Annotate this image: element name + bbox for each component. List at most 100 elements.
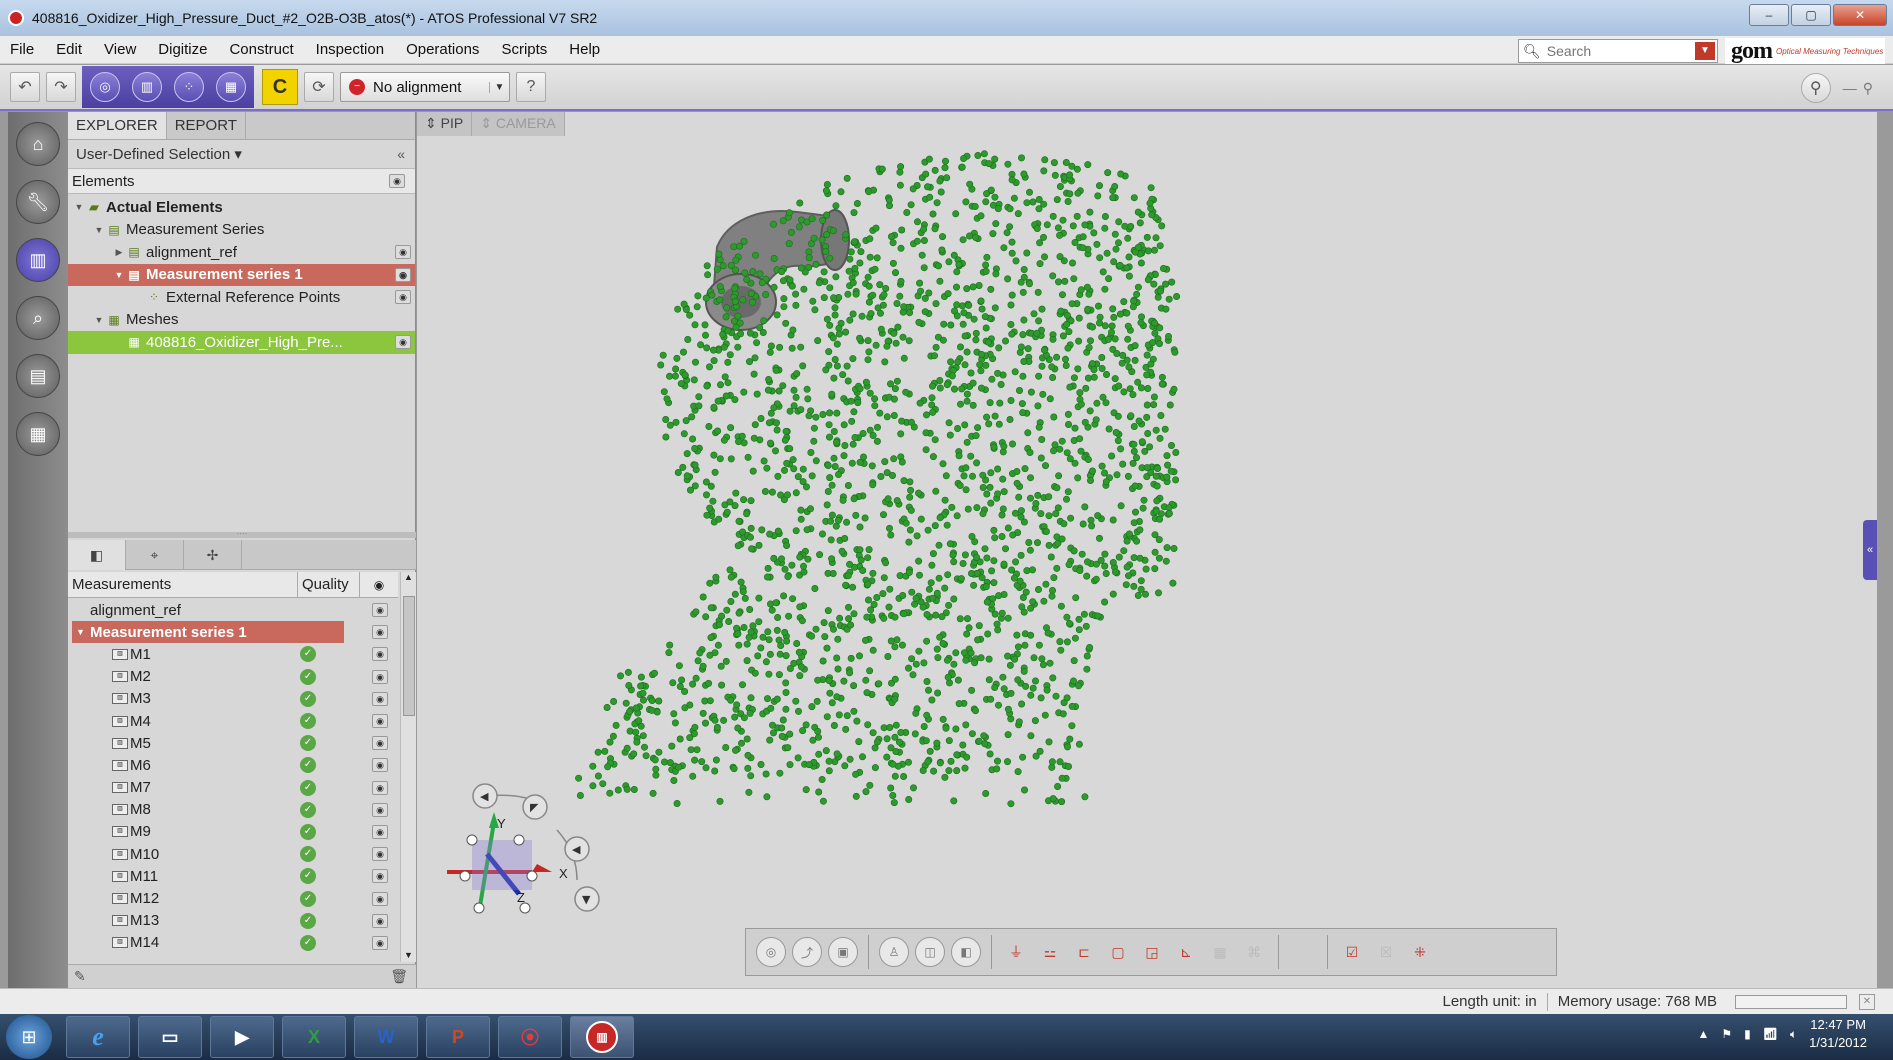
measurements-column[interactable]: Measurements (68, 572, 298, 597)
trash-icon[interactable]: 🗑︎ (390, 968, 408, 985)
select-icon[interactable]: ⤴ (792, 937, 822, 967)
measurement-row[interactable]: ▥ M1 ✓ ◉ (68, 643, 398, 665)
grid-select-icon[interactable]: ▦ (1206, 938, 1234, 966)
tab-points-icon[interactable]: ✢ (184, 540, 242, 570)
tab-explorer[interactable]: EXPLORER (68, 112, 167, 139)
eye-icon[interactable]: ◉ (395, 267, 411, 282)
cancel-icon[interactable]: ✕ (1859, 993, 1875, 1010)
measurement-row[interactable]: ▥ M4 ✓ ◉ (68, 710, 398, 732)
surface-select-icon[interactable]: ◲ (1138, 938, 1166, 966)
network-icon[interactable]: 📶︎ (1763, 1027, 1778, 1041)
maximize-button[interactable]: ▢ (1791, 4, 1831, 26)
refresh-icon[interactable]: ⟳ (304, 72, 334, 102)
home-icon[interactable]: ⌂ (16, 122, 60, 166)
eye-icon[interactable]: ◉ (372, 603, 388, 618)
internet-explorer-icon[interactable]: e (66, 1016, 130, 1058)
measurement-row[interactable]: ▥ M11 ✓ ◉ (68, 865, 398, 887)
lasso-icon[interactable]: ⊾ (1172, 938, 1200, 966)
measurement-row[interactable]: ▥ M8 ✓ ◉ (68, 799, 398, 821)
check-select-icon[interactable]: ☑ (1338, 938, 1366, 966)
measurement-row[interactable]: ▥ M6 ✓ ◉ (68, 754, 398, 776)
rect-select-icon[interactable]: ▢ (1104, 938, 1132, 966)
minimize-button[interactable]: – (1749, 4, 1789, 26)
alignment-select[interactable]: − No alignment ▼ (340, 72, 510, 102)
menu-file[interactable]: File (10, 41, 34, 58)
search-input[interactable] (1546, 43, 1687, 59)
rotate-up-left-icon[interactable]: ◤ (530, 801, 539, 814)
menu-scripts[interactable]: Scripts (501, 41, 547, 58)
measurement-row[interactable]: ▥ M2 ✓ ◉ (68, 666, 398, 688)
panel-splitter[interactable]: ···· (68, 530, 416, 538)
sensor-icon[interactable]: ◎ (90, 72, 120, 102)
tree-item-external-reference-points[interactable]: ⁘ External Reference Points ◉ (68, 286, 415, 309)
shade-icon[interactable]: ◧ (951, 937, 981, 967)
rotate-right-icon[interactable]: ◀ (572, 843, 581, 856)
eye-icon[interactable]: ◉ (372, 736, 388, 751)
tree-item-actual-elements[interactable]: ▼ ▰ Actual Elements (68, 196, 415, 219)
excel-icon[interactable]: X (282, 1016, 346, 1058)
word-icon[interactable]: W (354, 1016, 418, 1058)
menu-help[interactable]: Help (569, 41, 600, 58)
measurement-row[interactable]: ▥ M12 ✓ ◉ (68, 887, 398, 909)
tab-report[interactable]: REPORT (167, 112, 246, 139)
tree-item-measurement-series[interactable]: ▼ ▤ Measurement Series (68, 219, 415, 242)
eye-icon[interactable]: ◉ (395, 290, 411, 305)
eye-icon[interactable]: ◉ (372, 669, 388, 684)
selection-dropdown[interactable]: User-Defined Selection ▾ (76, 145, 242, 163)
eye-icon[interactable]: ◉ (395, 245, 411, 260)
list-item[interactable]: alignment_ref ◉ (68, 599, 398, 621)
battery-icon[interactable]: ▮ (1744, 1027, 1751, 1041)
eye-icon[interactable]: ◉ (372, 891, 388, 906)
invert-icon[interactable]: ⁜ (1406, 938, 1434, 966)
scroll-thumb[interactable] (403, 596, 415, 716)
transform-icon[interactable]: ⌘ (1240, 938, 1268, 966)
eye-icon[interactable]: ◉ (389, 174, 405, 188)
measurement-row[interactable]: ▥ M3 ✓ ◉ (68, 688, 398, 710)
atos-icon[interactable]: ▥ (570, 1016, 634, 1058)
axis-triad[interactable]: X Y Z (447, 812, 568, 914)
collapse-icon[interactable]: « (397, 146, 405, 162)
eye-icon[interactable]: ◉ (372, 869, 388, 884)
volume-icon[interactable]: 🔈︎ (1790, 1027, 1797, 1042)
media-player-icon[interactable]: ▶ (210, 1016, 274, 1058)
edit-icon[interactable]: ✎ (74, 968, 86, 985)
section-icon[interactable]: ⚍ (1036, 938, 1064, 966)
eye-icon[interactable]: ◉ (372, 714, 388, 729)
inspect-search-icon[interactable]: ⌕ (16, 296, 60, 340)
view-cube-icon[interactable]: ◫ (915, 937, 945, 967)
measure-icon[interactable]: ▥ (132, 72, 162, 102)
menu-digitize[interactable]: Digitize (158, 41, 207, 58)
measurement-row[interactable]: ▥ M13 ✓ ◉ (68, 910, 398, 932)
measurement-row[interactable]: ▥ M9 ✓ ◉ (68, 821, 398, 843)
expand-icon[interactable]: ▼ (92, 315, 106, 325)
grid-icon[interactable]: ▦ (16, 412, 60, 456)
checkered-flag-icon[interactable]: ▦ (216, 72, 246, 102)
scrollbar[interactable]: ▲ ▼ (400, 572, 416, 962)
side-panel-handle-icon[interactable]: « (1863, 520, 1877, 580)
probe-icon[interactable]: ⚲ (1800, 73, 1831, 103)
points-icon[interactable]: ⁘ (174, 72, 204, 102)
quality-column[interactable]: Quality (298, 572, 360, 597)
point-cloud-canvas[interactable]: X Y Z ◀ ◤ ◀ ▼ (417, 112, 1877, 988)
expand-icon[interactable]: ▼ (112, 270, 126, 280)
deselect-icon[interactable]: ☒ (1372, 938, 1400, 966)
cut-icon[interactable]: ⊏ (1070, 938, 1098, 966)
search-dropdown-icon[interactable]: ▼ (1695, 42, 1715, 60)
tree-item-measurement-series-1[interactable]: ▼ ▤ Measurement series 1 ◉ (68, 263, 415, 286)
clock[interactable]: 12:47 PM 1/31/2012 (1809, 1016, 1867, 1052)
rotate-down-icon[interactable]: ▼ (582, 893, 591, 906)
redo-icon[interactable]: ↷ (46, 72, 76, 102)
visibility-column-icon[interactable]: ◉ (360, 572, 398, 597)
expand-icon[interactable]: ▼ (92, 225, 106, 235)
measurement-row[interactable]: ▥ M10 ✓ ◉ (68, 843, 398, 865)
tree-item-meshes[interactable]: ▼ ▦ Meshes (68, 309, 415, 332)
menu-view[interactable]: View (104, 41, 136, 58)
3d-viewport[interactable]: X Y Z ◀ ◤ ◀ ▼ ⇕ PIP ⇕ CAMERA « ◎ ⤴ ▣ ♙ ◫ (417, 112, 1877, 988)
scroll-up-icon[interactable]: ▲ (401, 572, 416, 582)
report-icon[interactable]: ▤ (16, 354, 60, 398)
eye-icon[interactable]: ◉ (372, 780, 388, 795)
eye-icon[interactable]: ◉ (372, 802, 388, 817)
probe-small-icon[interactable]: ⚲ (1863, 80, 1873, 97)
person-icon[interactable]: ♙ (879, 937, 909, 967)
tab-pip[interactable]: ⇕ PIP (417, 112, 473, 136)
